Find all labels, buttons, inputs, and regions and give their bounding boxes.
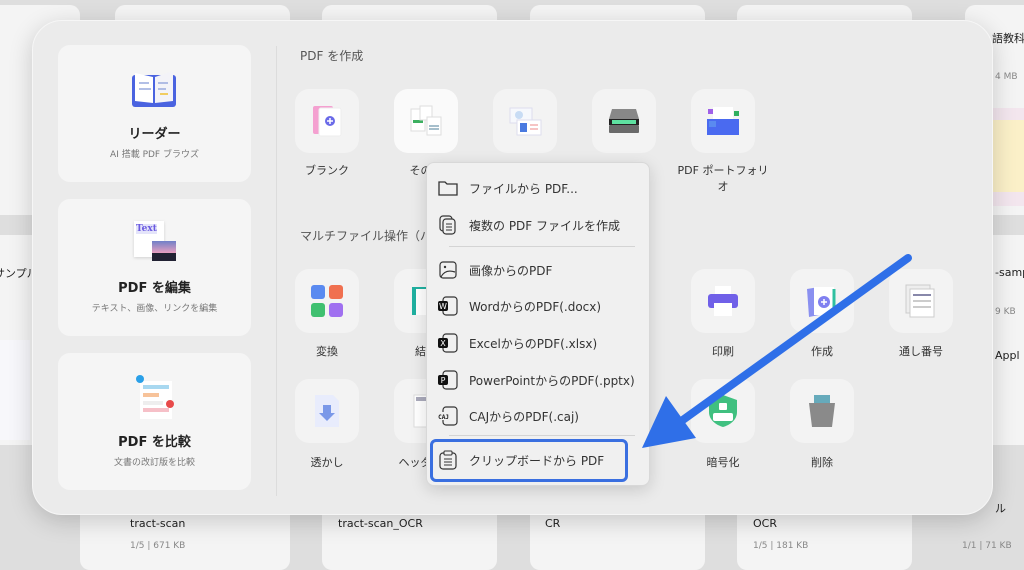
annotation-arrow-icon — [642, 254, 912, 448]
